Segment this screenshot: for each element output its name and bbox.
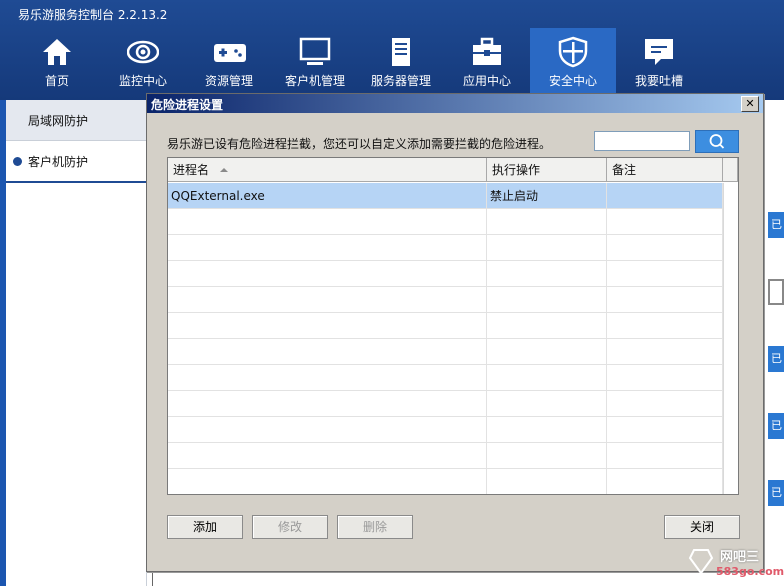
- main-nav: 首页 监控中心 资源管理 客户机管理 服务器管理 应用中心 安全中心 我要吐槽: [14, 28, 702, 96]
- table-row-empty: [168, 235, 723, 261]
- table-row[interactable]: QQExternal.exe 禁止启动: [168, 183, 723, 209]
- watermark-text: 网吧三: [720, 550, 760, 565]
- nav-servers[interactable]: 服务器管理: [358, 28, 444, 96]
- chat-icon: [645, 39, 673, 65]
- dialog-title-bar[interactable]: 危险进程设置 ✕: [147, 94, 763, 113]
- watermark-url: 583go.com: [716, 565, 784, 578]
- right-stub-button[interactable]: 已: [768, 413, 784, 439]
- close-icon[interactable]: ✕: [741, 96, 759, 112]
- sidebar-item-client-protection[interactable]: 客户机防护: [6, 141, 146, 183]
- monitor-icon: [299, 37, 331, 65]
- table-row-empty: [168, 209, 723, 235]
- table-row-empty: [168, 365, 723, 391]
- table-row-empty: [168, 261, 723, 287]
- cell-note: [607, 183, 723, 208]
- dialog-description: 易乐游已设有危险进程拦截，您还可以自定义添加需要拦截的危险进程。: [167, 137, 552, 151]
- dangerous-process-dialog: 危险进程设置 ✕ 易乐游已设有危险进程拦截，您还可以自定义添加需要拦截的危险进程…: [146, 93, 764, 572]
- nav-monitor[interactable]: 监控中心: [100, 28, 186, 96]
- search-button[interactable]: [695, 130, 739, 153]
- nav-feedback[interactable]: 我要吐槽: [616, 28, 702, 96]
- nav-home[interactable]: 首页: [14, 28, 100, 96]
- nav-clients[interactable]: 客户机管理: [272, 28, 358, 96]
- cell-action: 禁止启动: [487, 183, 607, 208]
- table-row-empty: [168, 469, 723, 494]
- sort-ascending-icon: [220, 168, 228, 172]
- close-button[interactable]: 关闭: [664, 515, 740, 539]
- delete-button[interactable]: 删除: [337, 515, 413, 539]
- nav-security[interactable]: 安全中心: [530, 28, 616, 96]
- search-input[interactable]: [594, 131, 690, 151]
- sidebar-item-label: 客户机防护: [28, 155, 89, 169]
- process-table: 进程名 执行操作 备注 QQExternal.exe 禁止启动: [167, 157, 739, 495]
- right-stub-button[interactable]: 已: [768, 212, 784, 238]
- top-bar: 易乐游服务控制台 2.2.13.2 首页 监控中心 资源管理 客户机管理 服务器…: [0, 0, 784, 100]
- dialog-title: 危险进程设置: [151, 98, 224, 112]
- edit-button[interactable]: 修改: [252, 515, 328, 539]
- column-header-action[interactable]: 执行操作: [487, 158, 607, 182]
- eye-icon: [127, 40, 159, 64]
- table-body: QQExternal.exe 禁止启动: [168, 183, 723, 494]
- column-header-note[interactable]: 备注: [607, 158, 723, 182]
- gamepad-icon: [214, 44, 246, 62]
- table-row-empty: [168, 391, 723, 417]
- table-row-empty: [168, 313, 723, 339]
- sidebar-item-label: 局域网防护: [28, 114, 89, 128]
- toolbox-icon: [473, 37, 501, 65]
- table-row-empty: [168, 339, 723, 365]
- shield-icon: [558, 36, 588, 68]
- cell-process: QQExternal.exe: [168, 183, 487, 208]
- right-stub-checkbox[interactable]: [768, 279, 784, 305]
- server-icon: [392, 38, 410, 66]
- left-sidebar: 局域网防护 客户机防护: [6, 100, 147, 586]
- table-scrollbar[interactable]: [723, 183, 738, 494]
- add-button[interactable]: 添加: [167, 515, 243, 539]
- right-stub-button[interactable]: 已: [768, 346, 784, 372]
- search-icon: [709, 134, 725, 149]
- table-row-empty: [168, 443, 723, 469]
- nav-resources[interactable]: 资源管理: [186, 28, 272, 96]
- site-watermark: 网吧三 583go.com: [684, 544, 784, 586]
- nav-apps[interactable]: 应用中心: [444, 28, 530, 96]
- table-header: 进程名 执行操作 备注: [168, 158, 738, 183]
- table-row-empty: [168, 287, 723, 313]
- column-header-process[interactable]: 进程名: [168, 158, 487, 182]
- logo-icon: [688, 549, 714, 575]
- right-stub-button[interactable]: 已: [768, 480, 784, 506]
- home-icon: [43, 39, 71, 65]
- sidebar-item-lan-protection[interactable]: 局域网防护: [6, 100, 146, 141]
- table-row-empty: [168, 417, 723, 443]
- app-title: 易乐游服务控制台 2.2.13.2: [18, 8, 168, 22]
- header-filler: [723, 158, 738, 182]
- active-dot-icon: [13, 157, 22, 166]
